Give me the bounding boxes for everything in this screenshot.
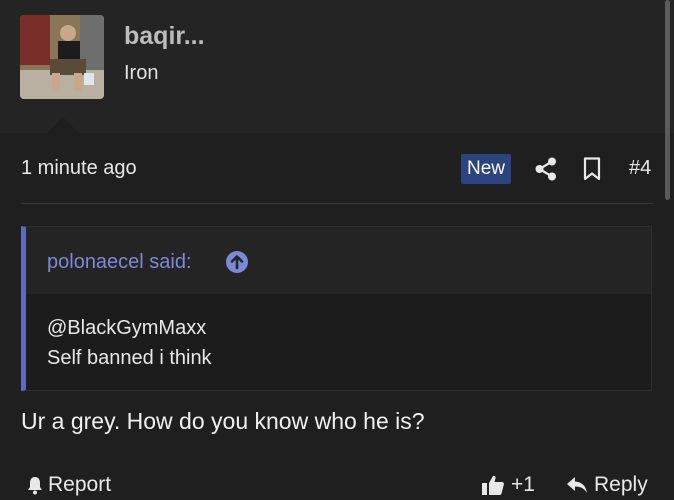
like-button[interactable]: +1	[481, 473, 535, 497]
quote-block: polonaecel said: @BlackGymMaxx Self bann…	[21, 226, 652, 391]
arrow-up-circle-icon[interactable]	[225, 250, 249, 274]
username[interactable]: baqir...	[124, 22, 205, 51]
post-body: Ur a grey. How do you know who he is?	[21, 408, 425, 434]
post-header: baqir... Iron	[0, 0, 674, 133]
quote-text-line: Self banned i think	[47, 347, 212, 369]
new-badge: New	[461, 154, 511, 184]
share-icon[interactable]	[535, 157, 557, 181]
like-count: +1	[511, 473, 535, 496]
header-notch	[47, 117, 79, 133]
avatar[interactable]	[20, 15, 104, 99]
quote-header: polonaecel said:	[26, 227, 651, 294]
post-timestamp[interactable]: 1 minute ago	[21, 157, 137, 180]
bell-icon	[28, 477, 42, 495]
avatar-photo	[20, 15, 104, 99]
post-number[interactable]: #4	[629, 157, 651, 180]
reply-label: Reply	[594, 473, 648, 496]
report-label: Report	[48, 473, 112, 496]
thumbs-up-icon	[482, 475, 504, 495]
quote-author[interactable]: polonaecel said:	[47, 251, 192, 274]
report-button[interactable]: Report	[25, 473, 111, 497]
quote-text-line: @BlackGymMaxx	[47, 317, 207, 339]
bookmark-icon[interactable]	[583, 157, 601, 181]
divider	[21, 203, 653, 204]
user-title: Iron	[124, 62, 159, 84]
reply-button[interactable]: Reply	[566, 473, 648, 497]
post-actions: Report +1 Reply	[0, 466, 674, 500]
reply-arrow-icon	[567, 477, 587, 493]
post-meta-row: 1 minute ago New #4	[0, 133, 674, 203]
